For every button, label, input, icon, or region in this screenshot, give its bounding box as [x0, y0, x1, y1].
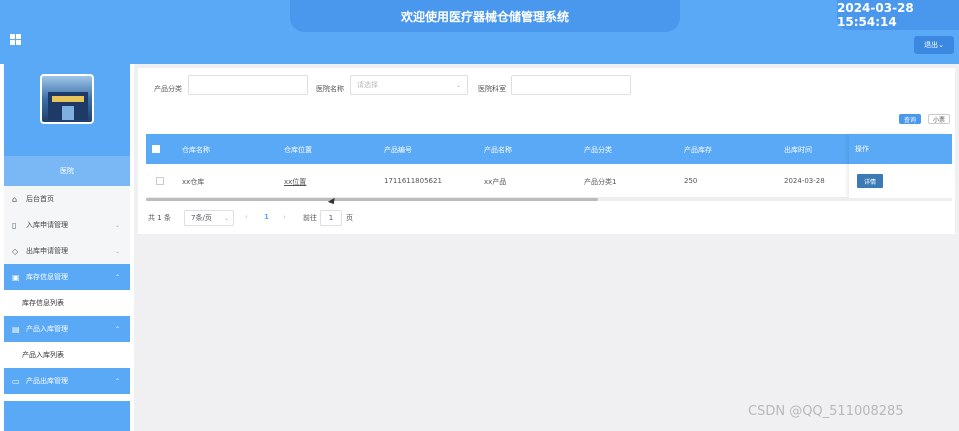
bookmark-icon: ▯ [12, 220, 17, 230]
chevron-down-icon: ⌄ [455, 81, 461, 89]
col-header: 操作 [849, 134, 952, 164]
hospital-placeholder: 请选择 [357, 81, 378, 89]
category-input[interactable] [188, 75, 308, 95]
sidebar-item-product-outbound[interactable]: ▭ 产品出库管理 ⌃ [4, 368, 130, 394]
current-page[interactable]: 1 [264, 213, 269, 221]
horizontal-scrollbar[interactable] [146, 198, 952, 201]
sidebar-item-inventory[interactable]: ▣ 库存信息管理 ⌃ [4, 264, 130, 290]
logout-label: 退出 [924, 41, 939, 49]
col-header: 产品分类 [584, 146, 612, 154]
list-panel: 产品分类 医院名称 请选择 ⌄ 医院科室 查询 小票 仓库名称 仓库位置 产品编… [138, 68, 955, 234]
inbox-icon: ▣ [12, 272, 20, 282]
sidebar-item-label: 出库申请管理 [26, 247, 68, 255]
app-root: 欢迎使用医疗器械仓储管理系统 2024-03-28 15:54:14 退出 ⌄ 医… [0, 0, 959, 431]
datetime-display: 2024-03-28 15:54:14 [837, 0, 959, 30]
chevron-down-icon: ⌄ [114, 247, 120, 255]
col-header: 仓库位置 [284, 146, 312, 154]
cell-code: 1711611805621 [384, 177, 442, 185]
select-all-checkbox[interactable] [152, 145, 160, 153]
sidebar-item-home[interactable]: ⌂ 后台首页 [4, 186, 130, 212]
sidebar-profile [4, 64, 130, 156]
page-size-value: 7条/页 [191, 214, 212, 222]
hospital-label: 医院名称 [316, 85, 344, 93]
page-unit-label: 页 [346, 214, 353, 222]
hospital-dept-input[interactable] [511, 75, 631, 95]
chevron-up-icon: ⌃ [114, 325, 120, 333]
main-content: 产品分类 医院名称 请选择 ⌄ 医院科室 查询 小票 仓库名称 仓库位置 产品编… [134, 64, 959, 431]
total-count: 共 1 条 [148, 214, 171, 222]
chat-icon: ▭ [12, 376, 20, 386]
col-header: 产品名称 [484, 146, 512, 154]
cell-stock: 250 [684, 177, 698, 185]
sidebar-item-label: 后台首页 [26, 195, 54, 203]
pagination: 共 1 条 7条/页 ⌄ ‹ 1 › 前往 1 页 [148, 210, 368, 226]
col-header: 产品编号 [384, 146, 412, 154]
cell-name: xx产品 [484, 178, 507, 186]
sidebar-footer [4, 401, 130, 431]
col-header: 出库时间 [784, 146, 812, 154]
page-size-select[interactable]: 7条/页 ⌄ [184, 210, 234, 226]
sidebar-item-label: 库存信息管理 [26, 273, 68, 281]
grid-icon[interactable] [10, 34, 21, 45]
watermark: CSDN @QQ_511008285 [748, 404, 904, 419]
scrollbar-thumb[interactable] [146, 198, 598, 201]
cell-warehouse: xx仓库 [182, 178, 205, 186]
query-button[interactable]: 查询 [899, 114, 921, 124]
goto-page-input[interactable]: 1 [320, 210, 342, 226]
table-row: xx仓库 xx位置 1711611805621 xx产品 产品分类1 250 2… [146, 164, 952, 198]
logout-button[interactable]: 退出 ⌄ [914, 36, 954, 54]
tag-icon: ◇ [12, 246, 19, 256]
sidebar-item-label: 产品出库管理 [26, 377, 68, 385]
row-checkbox[interactable] [156, 177, 164, 185]
sidebar-item-label: 入库申请管理 [26, 221, 68, 229]
goto-label: 前往 [303, 214, 317, 222]
prev-page-icon[interactable]: ‹ [245, 213, 248, 221]
table-header: 仓库名称 仓库位置 产品编号 产品名称 产品分类 产品库存 出库时间 [146, 134, 952, 164]
chevron-down-icon: ⌄ [114, 221, 120, 229]
sidebar-item-label: 产品入库管理 [26, 325, 68, 333]
fixed-ops-column: 操作 详情 [849, 134, 952, 198]
chevron-down-icon: ⌄ [223, 214, 229, 222]
small-ticket-button[interactable]: 小票 [928, 114, 950, 124]
col-header: 仓库名称 [182, 146, 210, 154]
sidebar-subitem-inbound-list[interactable]: 产品入库列表 [4, 342, 130, 368]
top-header: 欢迎使用医疗器械仓储管理系统 2024-03-28 15:54:14 退出 ⌄ [0, 0, 959, 64]
cell-out-time: 2024-03-28 [784, 177, 825, 185]
category-label: 产品分类 [154, 85, 182, 93]
cell-category: 产品分类1 [584, 178, 617, 186]
detail-button[interactable]: 详情 [857, 174, 883, 188]
cell-location: xx位置 [284, 178, 307, 186]
sidebar-item-product-inbound[interactable]: ▤ 产品入库管理 ⌃ [4, 316, 130, 342]
chevron-up-icon: ⌃ [114, 377, 120, 385]
username-label: 医院 [4, 156, 130, 186]
avatar [40, 74, 94, 124]
system-title: 欢迎使用医疗器械仓储管理系统 [290, 0, 680, 32]
hospital-select[interactable]: 请选择 ⌄ [350, 75, 468, 95]
chevron-down-icon: ⌄ [938, 41, 944, 49]
sidebar-item-outbound-request[interactable]: ◇ 出库申请管理 ⌄ [4, 238, 130, 264]
clipboard-icon: ▤ [12, 324, 20, 334]
sidebar-subitem-inventory-list[interactable]: 库存信息列表 [4, 290, 130, 316]
next-page-icon[interactable]: › [283, 213, 286, 221]
sidebar: 医院 ⌂ 后台首页 ▯ 入库申请管理 ⌄ ◇ 出库申请管理 ⌄ ▣ 库存信息管理 ⌃ 库存信息… [4, 64, 130, 431]
home-icon: ⌂ [12, 194, 18, 204]
sidebar-item-inbound-request[interactable]: ▯ 入库申请管理 ⌄ [4, 212, 130, 238]
hospital-dept-label: 医院科室 [478, 85, 506, 93]
chevron-up-icon: ⌃ [114, 273, 120, 281]
col-header: 产品库存 [684, 146, 712, 154]
outbound-table: 仓库名称 仓库位置 产品编号 产品名称 产品分类 产品库存 出库时间 xx仓库 … [146, 134, 952, 201]
